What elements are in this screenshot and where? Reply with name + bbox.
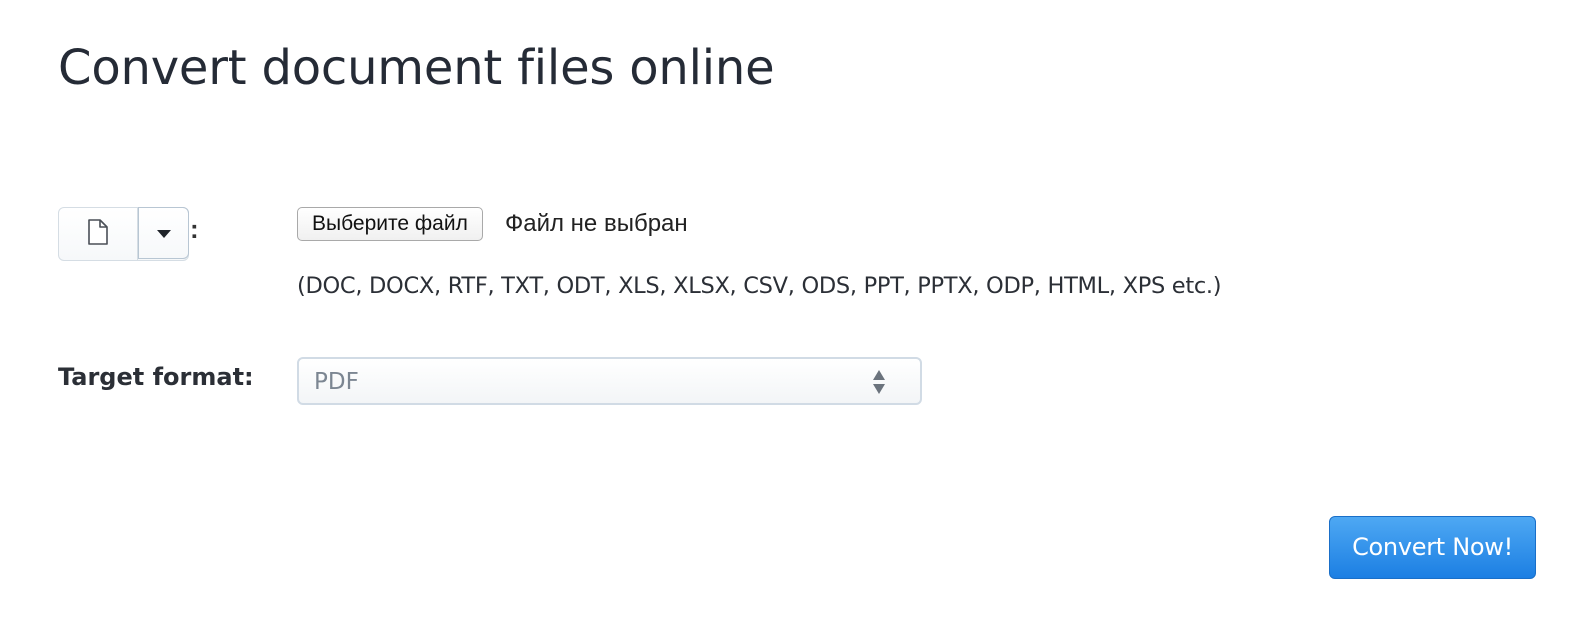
choose-file-button[interactable]: Выберите файл	[297, 207, 483, 241]
supported-formats-hint: (DOC, DOCX, RTF, TXT, ODT, XLS, XLSX, CS…	[297, 273, 1222, 299]
file-status-text: Файл не выбран	[505, 210, 688, 237]
target-format-value: PDF	[314, 369, 359, 395]
convert-now-button[interactable]: Convert Now!	[1329, 516, 1536, 579]
caret-down-icon	[156, 224, 172, 243]
source-separator: :	[190, 214, 199, 244]
source-type-selector	[58, 207, 189, 261]
select-arrows-icon	[872, 369, 886, 395]
page-title: Convert document files online	[58, 40, 775, 96]
file-icon	[87, 219, 109, 249]
source-dropdown-button[interactable]	[138, 207, 189, 259]
source-file-button[interactable]	[59, 208, 138, 260]
target-format-select[interactable]: PDF	[297, 357, 922, 405]
target-format-label: Target format:	[58, 363, 254, 391]
